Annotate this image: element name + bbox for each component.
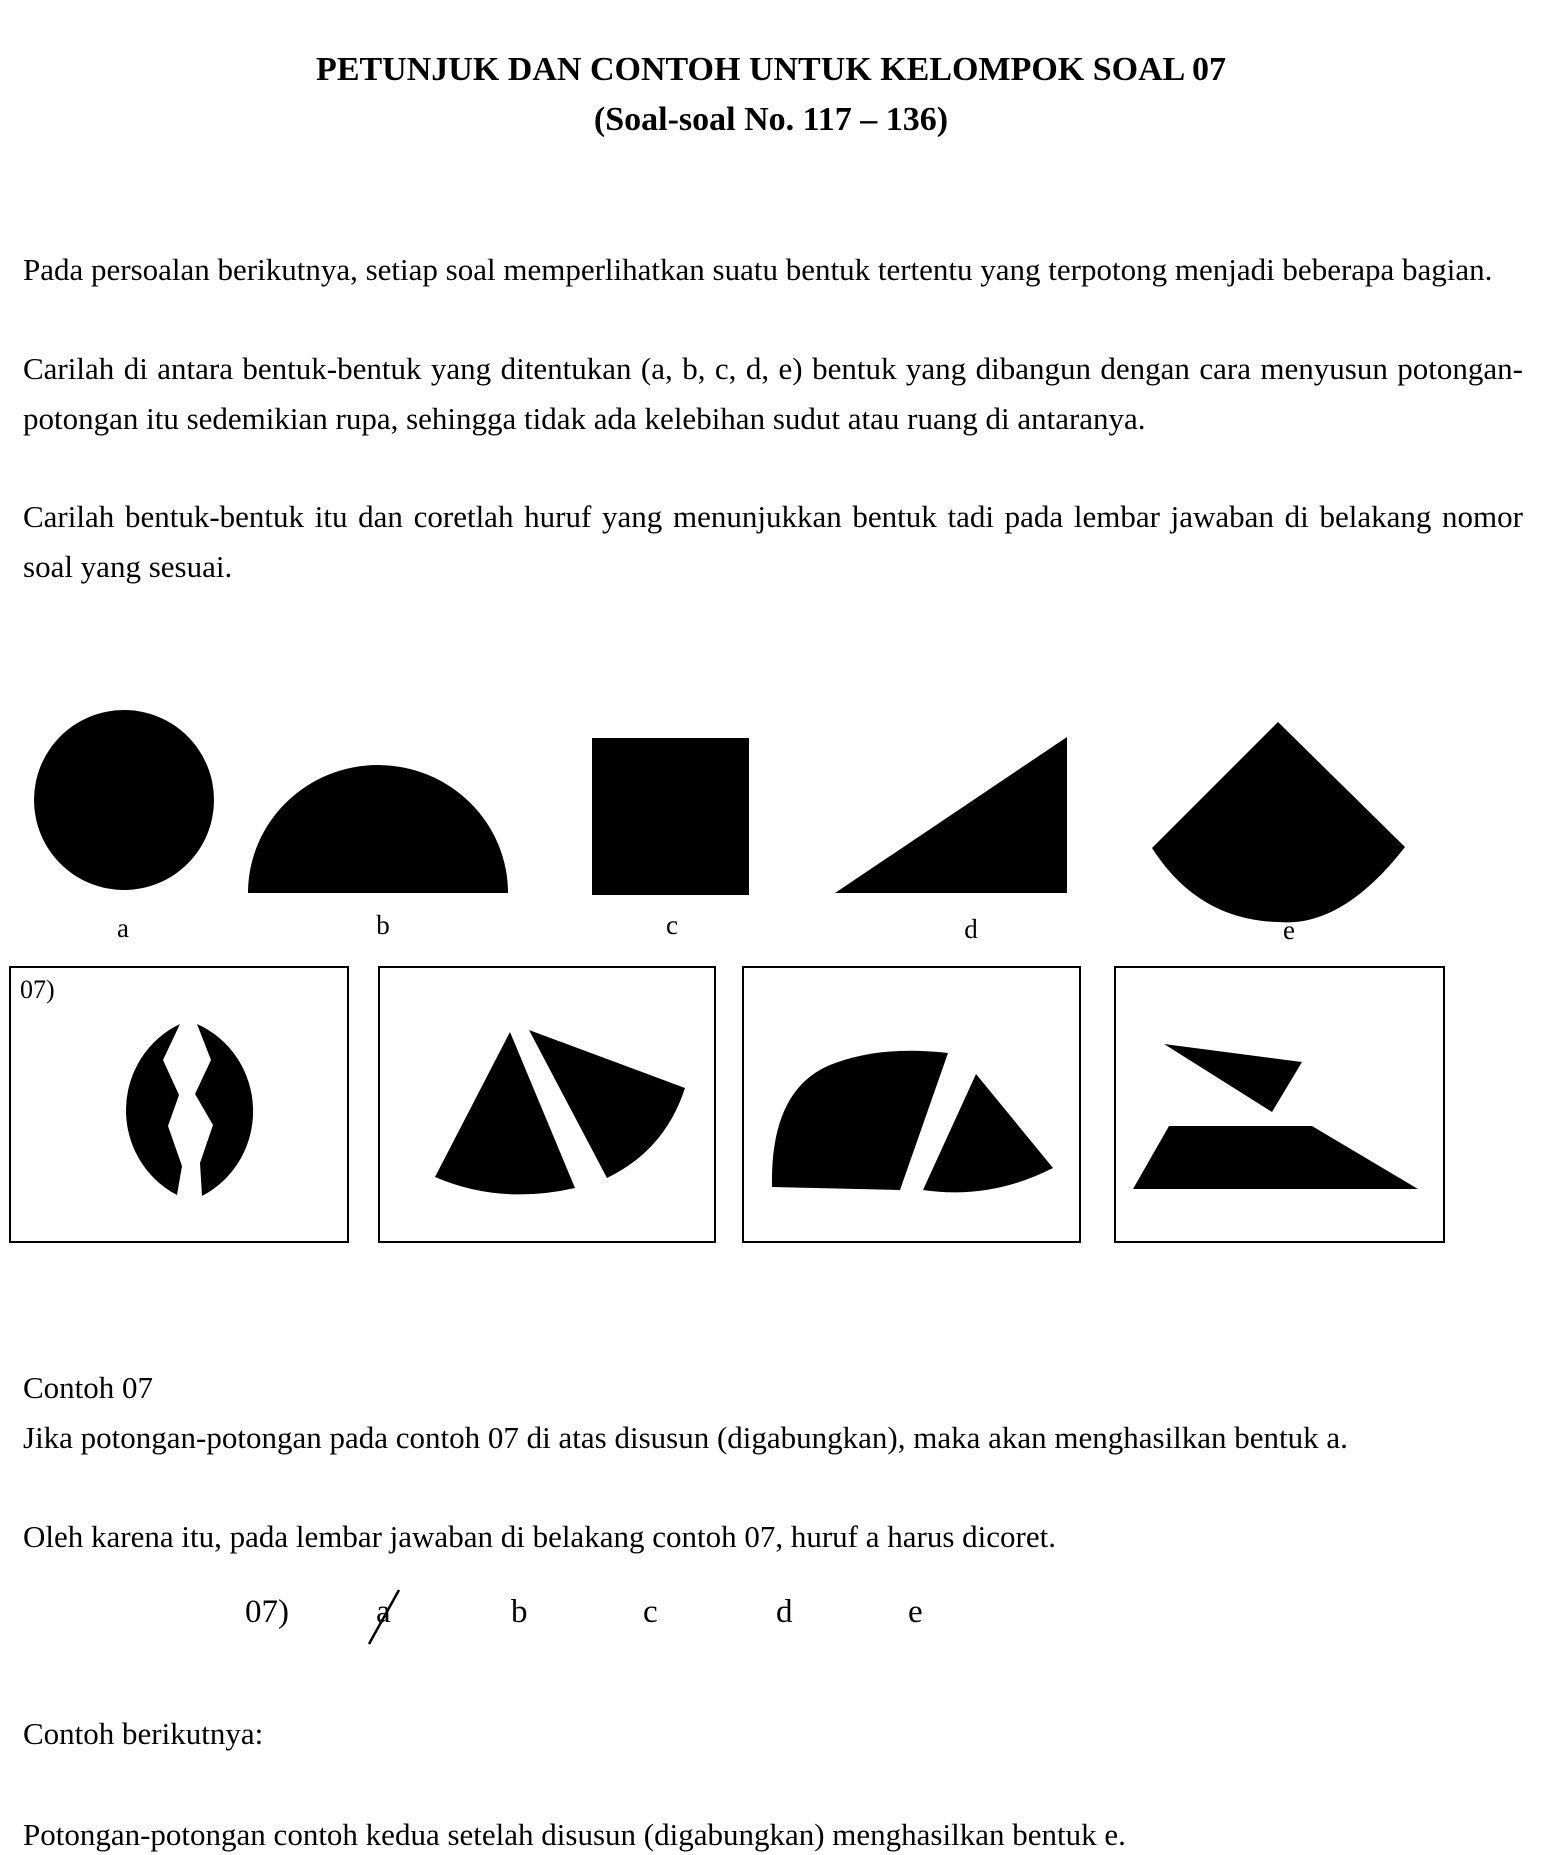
sector-piece: [923, 1074, 1053, 1193]
answer-option-d[interactable]: d: [776, 1592, 793, 1632]
shape-label-b: b: [376, 910, 390, 940]
shapes-figure: a b c d e 07): [9, 710, 1445, 1243]
instruction-paragraph-2: Carilah di antara bentuk-bentuk yang dit…: [23, 351, 1523, 436]
example-heading: Contoh 07: [23, 1370, 154, 1405]
shape-label-c: c: [666, 910, 678, 940]
page-title: PETUNJUK DAN CONTOH UNTUK KELOMPOK SOAL …: [316, 51, 1226, 88]
cracked-circle-left-piece: [126, 1024, 182, 1195]
next-example-text: Potongan-potongan contoh kedua setelah d…: [23, 1817, 1126, 1852]
example-paragraph-2: Oleh karena itu, pada lembar jawaban di …: [23, 1519, 1056, 1554]
triangle-piece: [1164, 1044, 1302, 1112]
shape-label-e: e: [1283, 915, 1295, 945]
example-paragraph-1: Jika potongan-potongan pada contoh 07 di…: [23, 1420, 1348, 1455]
shape-label-a: a: [117, 913, 129, 943]
trapezoid-piece: [1133, 1126, 1418, 1189]
circle-sector-shape: [1152, 722, 1405, 923]
example-box-1: [9, 966, 349, 1243]
page-subtitle: (Soal-soal No. 117 – 136): [593, 101, 949, 138]
right-triangle-shape: [835, 737, 1067, 893]
instruction-paragraph-3: Carilah bentuk-bentuk itu dan coretlah h…: [23, 499, 1523, 584]
answer-option-c[interactable]: c: [643, 1592, 658, 1632]
cracked-circle-right-piece: [195, 1024, 254, 1196]
next-example-heading: Contoh berikutnya:: [23, 1716, 264, 1751]
strike-mark-icon: [367, 1589, 401, 1645]
example-box-label: 07): [20, 975, 55, 1004]
circle-shape: [34, 710, 214, 890]
instruction-paragraph-1: Pada persoalan berikutnya, setiap soal m…: [23, 252, 1493, 287]
answer-number: 07): [245, 1594, 289, 1630]
square-shape: [592, 738, 749, 895]
shape-label-d: d: [964, 914, 978, 944]
semicircle-shape: [248, 765, 508, 893]
example-box-4: [1114, 966, 1445, 1243]
quarter-disc-piece: [771, 1050, 948, 1190]
answer-option-e[interactable]: e: [908, 1592, 923, 1632]
answer-option-b[interactable]: b: [511, 1592, 528, 1632]
